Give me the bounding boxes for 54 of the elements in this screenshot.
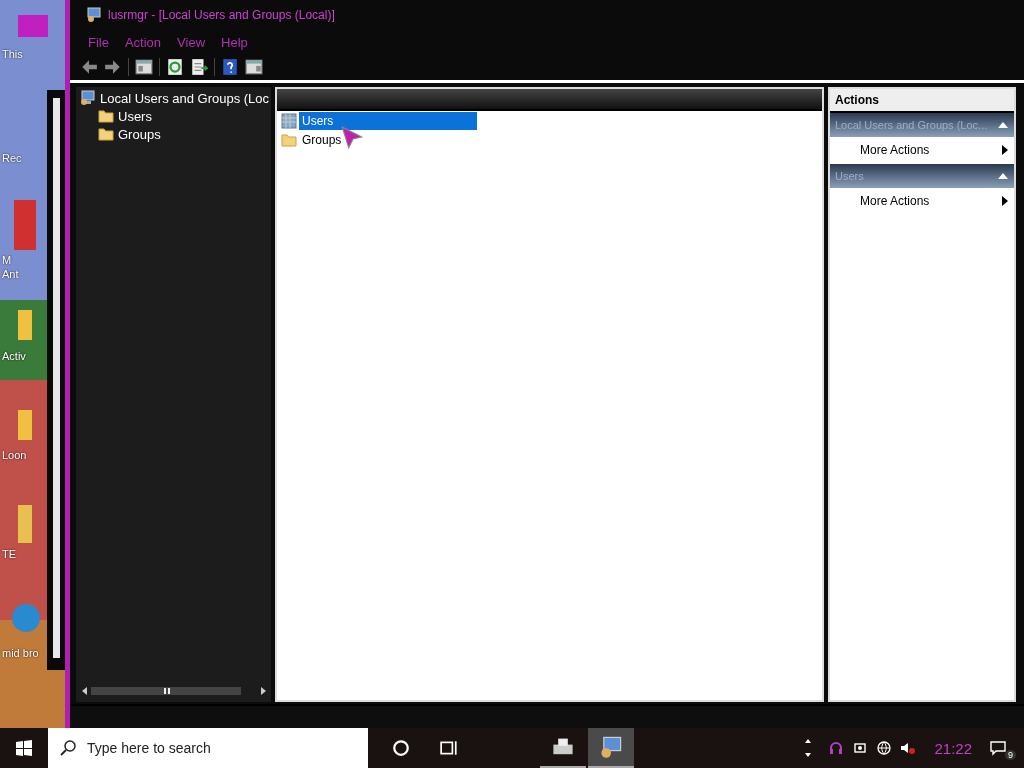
start-icon[interactable]	[16, 740, 32, 756]
action-pane-icon[interactable]	[245, 58, 263, 76]
desktop-icon-label: TE	[2, 548, 17, 560]
menu-item[interactable]: Help	[213, 32, 256, 52]
notification-count: 9	[1005, 750, 1016, 760]
menu-item[interactable]: File	[80, 32, 117, 52]
mouse-cursor-icon	[341, 126, 363, 150]
desktop-icon-label: Ant	[2, 268, 19, 280]
computer-users-icon	[86, 7, 102, 23]
headset-icon[interactable]	[828, 740, 845, 756]
back-arrow-icon[interactable]	[80, 58, 98, 76]
menu-item[interactable]: View	[169, 32, 214, 52]
scroll-arrows-icon[interactable]	[804, 738, 813, 758]
desktop-icon-label: M	[2, 254, 12, 266]
folder-icon	[98, 108, 114, 124]
window-title: lusrmgr - [Local Users and Groups (Local)]	[108, 8, 335, 22]
desktop-icon-label: Activ	[2, 350, 26, 362]
clock[interactable]: 21:22	[934, 739, 972, 757]
notification-button[interactable]: 9	[990, 736, 1016, 760]
desktop-icon-label: Loon	[2, 449, 27, 461]
search-field[interactable]: Type here to search	[48, 728, 368, 768]
submenu-arrow-icon	[1002, 145, 1008, 155]
computer-users-icon	[599, 735, 623, 759]
speaker-muted-icon[interactable]	[900, 740, 917, 756]
tree-item[interactable]: Users	[76, 107, 271, 125]
users-icon	[281, 112, 297, 129]
refresh-icon[interactable]	[166, 58, 184, 76]
computer-users-icon	[80, 90, 96, 106]
globe-icon[interactable]	[876, 740, 893, 756]
console-tree-icon[interactable]	[135, 58, 153, 76]
action-item[interactable]: More Actions	[830, 188, 1014, 215]
folder-icon	[98, 126, 114, 142]
task-view-icon[interactable]	[440, 739, 458, 757]
message-icon	[990, 740, 1006, 756]
submenu-arrow-icon	[1002, 196, 1008, 206]
help-icon[interactable]	[221, 58, 239, 76]
search-icon	[60, 740, 76, 756]
collapse-icon[interactable]	[998, 122, 1008, 128]
desktop-icon-label: This	[2, 48, 23, 60]
desktop-icon-label: Rec	[2, 152, 22, 164]
desktop-icon-label: mid bro	[2, 647, 39, 659]
collapse-icon[interactable]	[998, 173, 1008, 179]
camera-icon[interactable]	[852, 740, 869, 756]
tree-item[interactable]: Local Users and Groups (Loc	[76, 89, 271, 107]
cortana-circle-icon[interactable]	[392, 739, 410, 757]
actions-heading: Actions	[830, 89, 1014, 113]
list-item[interactable]: Users	[299, 111, 477, 130]
tree-item[interactable]: Groups	[76, 125, 271, 143]
menu-item[interactable]: Action	[116, 32, 170, 52]
folder-icon	[281, 131, 297, 148]
list-item[interactable]: Groups	[299, 130, 477, 149]
forward-arrow-icon[interactable]	[104, 58, 122, 76]
export-list-icon[interactable]	[190, 58, 208, 76]
action-item[interactable]: More Actions	[830, 137, 1014, 164]
